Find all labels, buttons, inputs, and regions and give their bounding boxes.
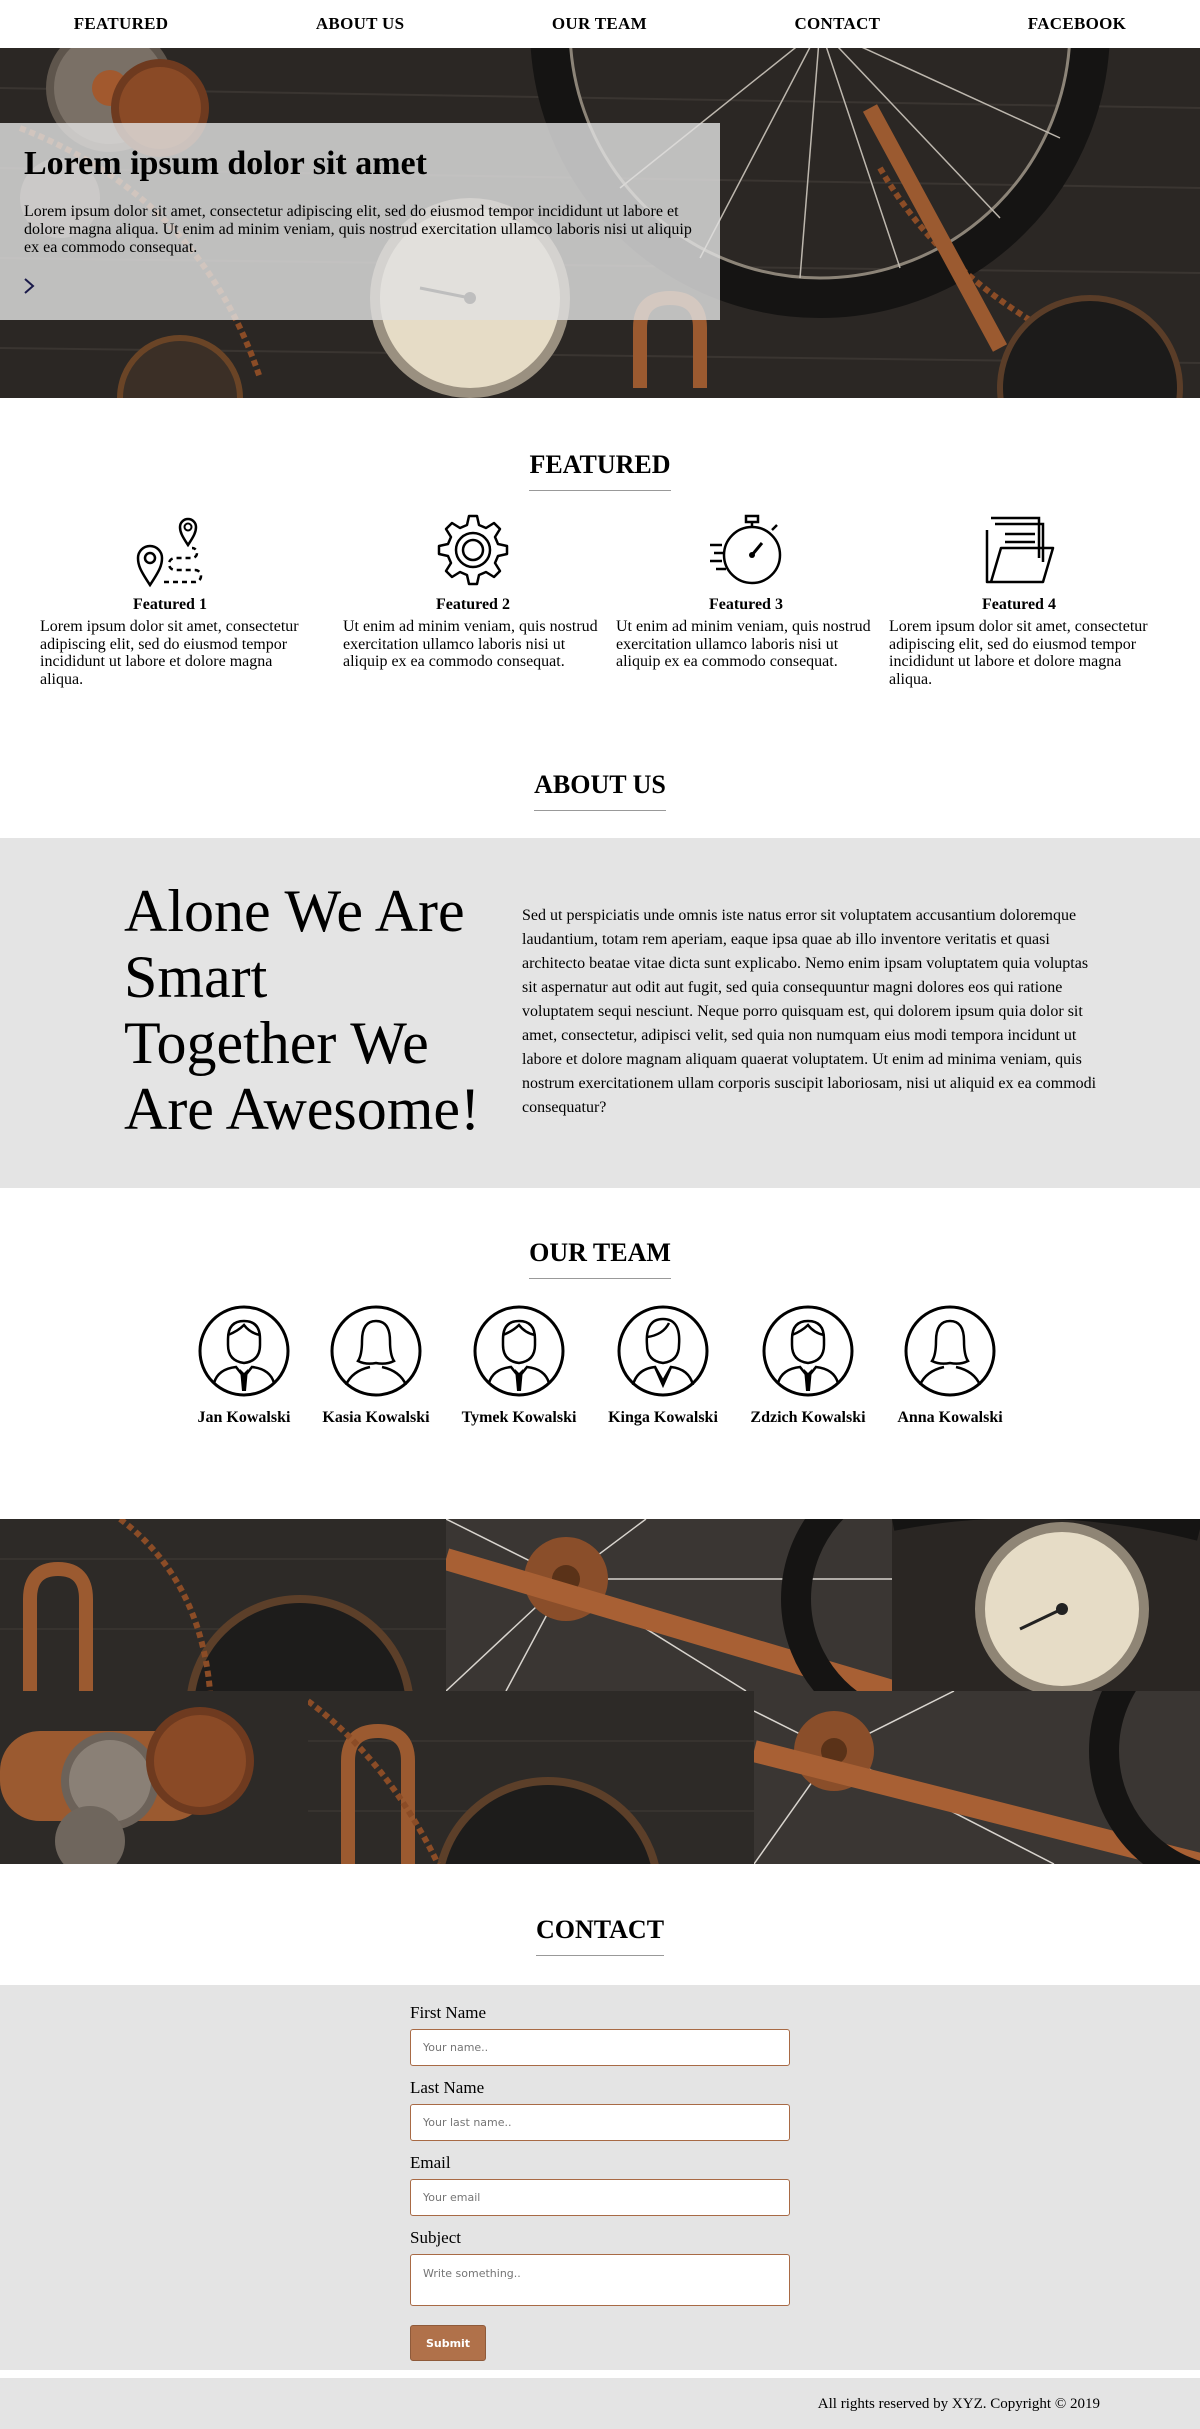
female-avatar-icon	[904, 1305, 996, 1397]
team-member-5: Zdzich Kowalski	[738, 1305, 878, 1427]
about-band: Alone We Are Smart Together We Are Aweso…	[0, 838, 1200, 1188]
team-member-2: Kasia Kowalski	[306, 1305, 446, 1427]
gallery-image-chain[interactable]	[0, 1519, 446, 1691]
nav-featured[interactable]: FEATURED	[74, 14, 169, 34]
gallery-image-gauge[interactable]	[892, 1519, 1200, 1691]
top-nav: FEATURED ABOUT US OUR TEAM CONTACT FACEB…	[0, 0, 1200, 48]
team-member-3-name: Tymek Kowalski	[461, 1409, 577, 1426]
about-title: ABOUT US	[534, 770, 666, 811]
team-member-3: Tymek Kowalski	[449, 1305, 589, 1427]
featured-card-4: Featured 4 Lorem ipsum dolor sit amet, c…	[889, 510, 1149, 688]
featured-title: FEATURED	[529, 450, 671, 491]
email-label: Email	[410, 2153, 451, 2172]
stopwatch-icon	[710, 514, 782, 585]
featured-4-title: Featured 4	[982, 596, 1056, 613]
gallery-image-sprocket[interactable]	[308, 1691, 754, 1864]
first-name-label: First Name	[410, 2003, 487, 2022]
hero-card: Lorem ipsum dolor sit amet Lorem ipsum d…	[0, 123, 720, 320]
featured-3-text: Ut enim ad minim veniam, quis nostrud ex…	[616, 618, 871, 671]
featured-card-3: Featured 3 Ut enim ad minim veniam, quis…	[616, 510, 876, 671]
featured-section-title: FEATURED	[0, 450, 1200, 491]
gallery-image-gears[interactable]	[0, 1691, 308, 1864]
footer-copyright: All rights reserved by XYZ. Copyright © …	[817, 2396, 1100, 2412]
first-name-field[interactable]	[410, 2029, 790, 2066]
female-avatar-icon	[330, 1305, 422, 1397]
about-section-title: ABOUT US	[0, 770, 1200, 811]
hero-title: Lorem ipsum dolor sit amet	[24, 145, 427, 182]
subject-label: Subject	[410, 2228, 461, 2247]
nav-facebook[interactable]: FACEBOOK	[1028, 14, 1126, 34]
team-title: OUR TEAM	[529, 1238, 671, 1279]
featured-list: Featured 1 Lorem ipsum dolor sit amet, c…	[0, 510, 1200, 710]
male-avatar-icon	[762, 1305, 854, 1397]
gallery-image-hub[interactable]	[754, 1691, 1200, 1864]
contact-section-title: CONTACT	[0, 1915, 1200, 1956]
about-quote: Alone We Are Smart Together We Are Aweso…	[124, 878, 481, 1142]
team-member-1: Jan Kowalski	[174, 1305, 314, 1427]
team-member-5-name: Zdzich Kowalski	[750, 1409, 866, 1426]
male-avatar-icon	[198, 1305, 290, 1397]
nav-contact[interactable]: CONTACT	[794, 14, 880, 34]
contact-title: CONTACT	[535, 1915, 665, 1956]
team-member-1-name: Jan Kowalski	[197, 1409, 291, 1426]
about-text: Sed ut perspiciatis unde omnis iste natu…	[522, 907, 1097, 1116]
featured-1-title: Featured 1	[133, 596, 207, 613]
gear-icon	[437, 514, 509, 586]
nav-our-team[interactable]: OUR TEAM	[552, 14, 647, 34]
female-suit-avatar-icon	[617, 1305, 709, 1397]
folder-icon	[985, 516, 1055, 584]
last-name-label: Last Name	[410, 2078, 485, 2097]
footer: All rights reserved by XYZ. Copyright © …	[0, 2378, 1200, 2429]
map-route-icon	[136, 517, 203, 588]
contact-form: First Name Last Name Email Subject Submi…	[410, 2003, 790, 2361]
male-avatar-icon	[473, 1305, 565, 1397]
team-member-4: Kinga Kowalski	[593, 1305, 733, 1427]
subject-field[interactable]	[410, 2254, 790, 2306]
nav-about-us[interactable]: ABOUT US	[316, 14, 405, 34]
featured-3-title: Featured 3	[709, 596, 783, 613]
team-section-title: OUR TEAM	[0, 1238, 1200, 1279]
photo-gallery	[0, 1519, 1200, 1864]
featured-card-1: Featured 1 Lorem ipsum dolor sit amet, c…	[40, 510, 300, 688]
team-member-4-name: Kinga Kowalski	[608, 1409, 718, 1426]
gallery-image-spokes[interactable]	[446, 1519, 892, 1691]
featured-card-2: Featured 2 Ut enim ad minim veniam, quis…	[343, 510, 603, 671]
featured-2-title: Featured 2	[436, 596, 510, 613]
hero-text: Lorem ipsum dolor sit amet, consectetur …	[24, 203, 692, 256]
chevron-right-icon[interactable]	[22, 277, 36, 295]
submit-button[interactable]: Submit	[410, 2325, 486, 2361]
team-member-6: Anna Kowalski	[880, 1305, 1020, 1427]
featured-4-text: Lorem ipsum dolor sit amet, consectetur …	[889, 618, 1148, 688]
team-list: Jan Kowalski Kasia Kowalski Tymek Kowals…	[0, 1305, 1200, 1435]
featured-2-text: Ut enim ad minim veniam, quis nostrud ex…	[343, 618, 598, 671]
team-member-6-name: Anna Kowalski	[897, 1409, 1003, 1426]
team-member-2-name: Kasia Kowalski	[322, 1409, 430, 1426]
email-field[interactable]	[410, 2179, 790, 2216]
contact-band: First Name Last Name Email Subject Submi…	[0, 1985, 1200, 2370]
featured-1-text: Lorem ipsum dolor sit amet, consectetur …	[40, 618, 299, 688]
last-name-field[interactable]	[410, 2104, 790, 2141]
hero-banner: Lorem ipsum dolor sit amet Lorem ipsum d…	[0, 48, 1200, 398]
